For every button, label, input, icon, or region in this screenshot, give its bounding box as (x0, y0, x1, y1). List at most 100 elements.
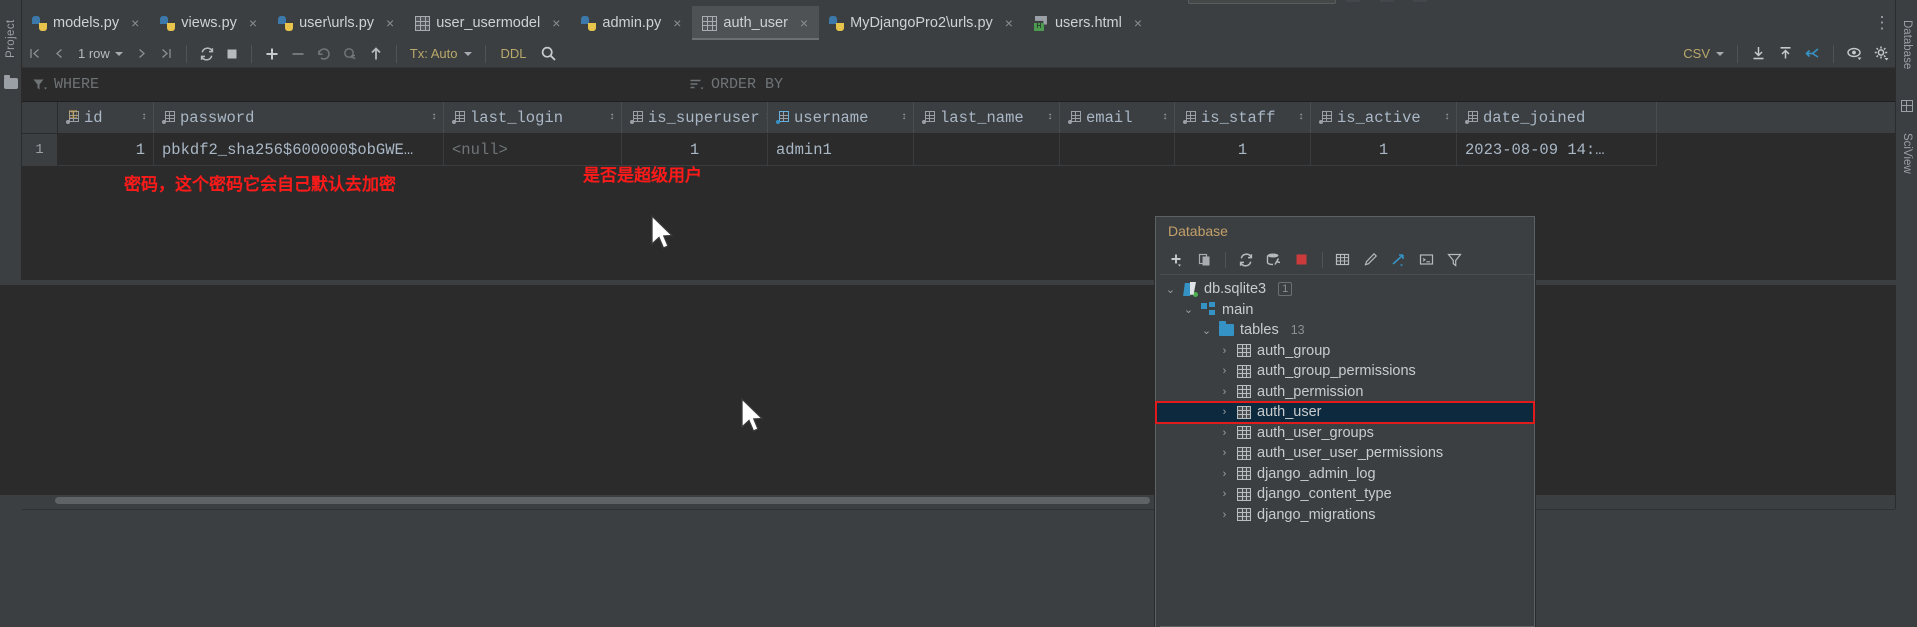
tree-node[interactable]: ⌄ db.sqlite3 1 (1156, 279, 1534, 300)
tree-node[interactable]: ⌄ tables 13 (1156, 320, 1534, 341)
first-page-button[interactable] (22, 40, 47, 68)
value-editor-icon[interactable] (1799, 40, 1826, 68)
export-format-selector[interactable]: CSV (1677, 46, 1730, 61)
sciview-tool-window-button[interactable]: SciView (1896, 118, 1917, 188)
chevron-right-icon[interactable]: › (1218, 509, 1231, 521)
horizontal-scrollbar[interactable] (55, 497, 1150, 504)
tree-node[interactable]: › auth_user_groups (1156, 423, 1534, 444)
sort-toggle-icon[interactable]: ↕ (1047, 113, 1053, 123)
chevron-right-icon[interactable]: › (1218, 365, 1231, 377)
tree-node[interactable]: › auth_group_permissions (1156, 361, 1534, 382)
column-header[interactable]: last_name ↕ (914, 102, 1060, 133)
grid-cell[interactable]: 2023-08-09 14:… (1457, 134, 1657, 166)
column-header[interactable]: email ↕ (1060, 102, 1175, 133)
ddl-button[interactable]: DDL (493, 46, 535, 61)
sort-toggle-icon[interactable]: ↕ (609, 113, 615, 123)
chevron-down-icon[interactable]: ⌄ (1182, 303, 1195, 316)
column-header[interactable]: username ↕ (768, 102, 914, 133)
jump-to-icon[interactable] (1386, 248, 1412, 272)
chrome-button-3[interactable] (1413, 0, 1427, 2)
editor-tab[interactable]: user\urls.py × (268, 6, 405, 40)
tree-node[interactable]: › auth_permission (1156, 382, 1534, 403)
last-page-button[interactable] (154, 40, 179, 68)
refresh-button[interactable] (194, 40, 220, 68)
tree-node[interactable]: › django_admin_log (1156, 464, 1534, 485)
chevron-down-icon[interactable]: ⌄ (1164, 283, 1177, 296)
export-to-file-icon[interactable] (1745, 40, 1772, 68)
sort-toggle-icon[interactable]: ↕ (1298, 113, 1304, 123)
editor-tab[interactable]: auth_user × (692, 6, 820, 40)
settings-gear-icon[interactable] (1868, 40, 1895, 68)
view-options-icon[interactable] (1841, 40, 1868, 68)
folder-icon[interactable] (4, 75, 18, 89)
order-by-filter[interactable]: ORDER BY (689, 76, 783, 93)
sort-toggle-icon[interactable]: ↕ (141, 113, 147, 123)
close-icon[interactable]: × (1003, 16, 1015, 30)
close-icon[interactable]: × (1132, 16, 1144, 30)
grid-icon[interactable] (1901, 100, 1913, 112)
row-number[interactable]: 1 (22, 134, 58, 166)
where-filter[interactable]: WHERE (32, 76, 99, 93)
project-tool-window-button[interactable]: Project (0, 4, 22, 74)
grid-cell[interactable]: 1 (1175, 134, 1311, 166)
column-header[interactable]: last_login ↕ (444, 102, 622, 133)
table-icon[interactable] (1330, 248, 1356, 272)
chrome-button-1[interactable] (1346, 0, 1360, 2)
add-row-button[interactable] (259, 40, 285, 68)
chevron-right-icon[interactable]: › (1218, 345, 1231, 357)
column-header[interactable]: is_superuser↕ (622, 102, 768, 133)
search-icon[interactable] (535, 40, 562, 68)
grid-cell[interactable] (914, 134, 1060, 166)
tree-node[interactable]: ⌄ main (1156, 300, 1534, 321)
next-page-button[interactable] (129, 40, 154, 68)
column-header[interactable]: date_joined (1457, 102, 1657, 133)
editor-tab[interactable]: views.py × (150, 6, 268, 40)
sort-toggle-icon[interactable]: ↕ (901, 113, 907, 123)
column-header[interactable]: is_active ↕ (1311, 102, 1457, 133)
submit-button[interactable] (363, 40, 389, 68)
column-header[interactable]: password ↕ (154, 102, 444, 133)
chevron-right-icon[interactable]: › (1218, 406, 1231, 418)
tab-overflow-menu-icon[interactable]: ⋮ (1869, 6, 1895, 40)
close-icon[interactable]: × (384, 16, 396, 30)
run-sql-icon[interactable] (1261, 248, 1287, 272)
tree-node[interactable]: › django_content_type (1156, 484, 1534, 505)
close-icon[interactable]: × (798, 16, 810, 30)
transaction-mode-selector[interactable]: Tx: Auto (404, 46, 478, 61)
tree-node[interactable]: › auth_user (1155, 401, 1535, 424)
column-header[interactable]: ⚿ id ↕ (58, 102, 154, 133)
stop-icon[interactable] (1289, 248, 1315, 272)
submit-and-commit-button[interactable] (337, 40, 363, 68)
tree-node[interactable]: › auth_group (1156, 341, 1534, 362)
row-count-selector[interactable]: 1 row (72, 46, 129, 61)
grid-cell[interactable]: pbkdf2_sha256$600000$obGWE… (154, 134, 444, 166)
delete-row-button[interactable] (285, 40, 311, 68)
sort-toggle-icon[interactable]: ↕ (1162, 113, 1168, 123)
chevron-right-icon[interactable]: › (1218, 427, 1231, 439)
tree-node[interactable]: › auth_user_user_permissions (1156, 443, 1534, 464)
chevron-down-icon[interactable]: ⌄ (1200, 324, 1213, 337)
revert-button[interactable] (311, 40, 337, 68)
grid-cell[interactable]: admin1 (768, 134, 914, 166)
database-tool-window-button[interactable]: Database (1896, 4, 1917, 86)
edit-icon[interactable] (1358, 248, 1384, 272)
column-header[interactable]: is_staff ↕ (1175, 102, 1311, 133)
tree-node[interactable]: › django_migrations (1156, 505, 1534, 526)
chevron-right-icon[interactable]: › (1218, 447, 1231, 459)
stop-button[interactable] (220, 40, 244, 68)
filter-icon[interactable] (1442, 248, 1468, 272)
refresh-icon[interactable] (1233, 248, 1259, 272)
chrome-button-2[interactable] (1380, 0, 1394, 2)
add-icon[interactable] (1164, 248, 1190, 272)
close-icon[interactable]: × (129, 16, 141, 30)
sort-toggle-icon[interactable]: ↕ (431, 113, 437, 123)
close-icon[interactable]: × (671, 16, 683, 30)
grid-corner-cell[interactable] (22, 102, 58, 133)
editor-tab[interactable]: users.html × (1024, 6, 1153, 40)
editor-tab[interactable]: admin.py × (571, 6, 692, 40)
editor-tab[interactable]: user_usermodel × (405, 6, 571, 40)
close-icon[interactable]: × (550, 16, 562, 30)
import-from-file-icon[interactable] (1772, 40, 1799, 68)
close-icon[interactable]: × (247, 16, 259, 30)
grid-cell[interactable]: 1 (1311, 134, 1457, 166)
